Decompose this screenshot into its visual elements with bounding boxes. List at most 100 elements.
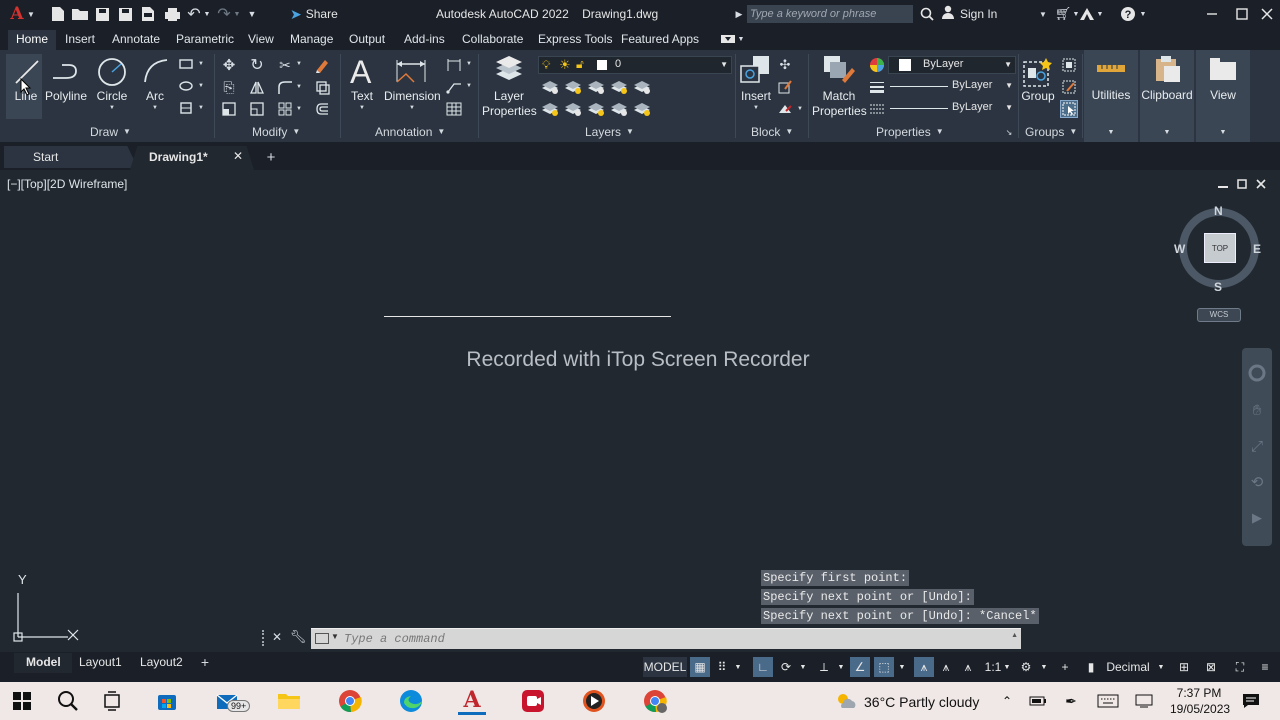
object-snap-tracking-icon[interactable]: ∠	[850, 657, 870, 677]
edge-icon[interactable]	[397, 687, 425, 715]
snap-mode-icon[interactable]: ⠿	[713, 657, 731, 677]
showmotion-icon[interactable]: ▶	[1247, 508, 1267, 528]
isodraft-dropdown-icon[interactable]: ▼	[836, 657, 846, 677]
sign-in-button[interactable]: Sign In	[941, 5, 997, 23]
polar-dropdown-icon[interactable]: ▼	[798, 657, 808, 677]
offset-icon[interactable]	[312, 100, 332, 118]
edit-block-icon[interactable]	[776, 78, 794, 96]
dimension-tool-button[interactable]: Dimension ▼	[384, 54, 441, 119]
units-icon[interactable]: ▮	[1082, 657, 1100, 677]
polar-tracking-icon[interactable]: ⟳	[776, 657, 796, 677]
command-line-grip[interactable]	[262, 630, 267, 646]
itop-recorder-icon[interactable]	[519, 687, 547, 715]
sign-in-dropdown-icon[interactable]: ▼	[1038, 6, 1048, 22]
battery-icon[interactable]	[1028, 692, 1048, 710]
compass-east[interactable]: E	[1253, 242, 1261, 256]
arc-dropdown-icon[interactable]: ▼	[149, 103, 161, 113]
annotation-panel-title[interactable]: Annotation ▼	[375, 125, 445, 139]
keyboard-icon[interactable]	[1096, 692, 1120, 710]
command-close-icon[interactable]: ✕	[270, 629, 284, 645]
properties-panel-title[interactable]: Properties ▼	[876, 125, 944, 139]
web-mobile-icon[interactable]	[139, 5, 157, 23]
pen-icon[interactable]: ✒	[1062, 692, 1080, 710]
ribbon-minimize-icon[interactable]	[720, 32, 736, 46]
annotation-visibility-icon[interactable]: ⩚	[914, 657, 934, 677]
groups-panel-title[interactable]: Groups ▼	[1025, 125, 1077, 139]
group-selection-icon[interactable]	[1060, 100, 1078, 118]
trim-dropdown-icon[interactable]: ▼	[295, 58, 303, 70]
autodesk-app-icon[interactable]	[1078, 5, 1096, 23]
object-snap-icon[interactable]: ⬚	[874, 657, 894, 677]
annotation-monitor-icon[interactable]: +	[1055, 657, 1075, 677]
clean-screen-icon[interactable]: ⛶	[1229, 657, 1251, 677]
close-tab-icon[interactable]: ✕	[233, 149, 243, 163]
clipboard-button[interactable]: Clipboard ▼	[1140, 50, 1194, 142]
annotation-scale-icon[interactable]: ⩚	[958, 657, 978, 677]
layer-isolate-icon[interactable]	[563, 78, 583, 96]
command-history-toggle-icon[interactable]: ▲	[1011, 632, 1018, 639]
layer-properties-button[interactable]: Layer Properties	[482, 54, 537, 119]
lock-ui-icon[interactable]: ⊠	[1200, 657, 1222, 677]
circle-dropdown-icon[interactable]: ▼	[106, 103, 118, 113]
block-attributes-dropdown-icon[interactable]: ▼	[796, 103, 804, 115]
layer-previous-icon[interactable]	[563, 100, 583, 118]
maximize-icon[interactable]	[1228, 4, 1256, 24]
modify-panel-title[interactable]: Modify ▼	[252, 125, 300, 139]
fillet-dropdown-icon[interactable]: ▼	[295, 81, 303, 93]
leader-dropdown-icon[interactable]: ▼	[465, 80, 473, 92]
viewcube-top-face[interactable]: TOP	[1204, 233, 1236, 263]
weather-icon[interactable]	[832, 687, 860, 715]
search-icon[interactable]	[918, 5, 936, 23]
display-icon[interactable]	[1134, 692, 1154, 710]
tab-output[interactable]: Output	[341, 30, 393, 50]
share-button[interactable]: ➤ Share	[290, 6, 338, 22]
annotation-scale-value[interactable]: 1:1	[982, 657, 1004, 677]
undo-dropdown-icon[interactable]: ▼	[202, 5, 212, 23]
print-icon[interactable]	[162, 5, 182, 23]
media-player-icon[interactable]	[580, 687, 608, 715]
model-space-button[interactable]: MODEL	[643, 657, 687, 677]
drawing1-tab[interactable]: Drawing1* ✕	[130, 146, 254, 170]
tab-express-tools[interactable]: Express Tools	[530, 30, 620, 50]
lineweight-icon[interactable]	[868, 78, 886, 96]
pan-icon[interactable]: ✋︎	[1247, 400, 1267, 420]
app-dropdown-icon[interactable]: ▼	[1096, 6, 1104, 22]
utilities-button[interactable]: Utilities ▼	[1084, 50, 1138, 142]
viewport-minimize-icon[interactable]	[1216, 178, 1230, 190]
linetype-dropdown[interactable]: ByLayer ▼	[888, 100, 1016, 118]
insert-dropdown-icon[interactable]: ▼	[750, 103, 762, 113]
new-layout-icon[interactable]: +	[198, 654, 212, 670]
scale-icon[interactable]	[248, 100, 266, 118]
ribbon-options-dropdown-icon[interactable]: ▼	[736, 33, 746, 45]
autocad-taskbar-icon[interactable]: A	[458, 687, 486, 715]
copy-icon[interactable]: ⎘	[220, 78, 238, 96]
new-tab-icon[interactable]: +	[262, 148, 280, 166]
customize-toolbar-icon[interactable]: ▼	[246, 5, 258, 23]
taskbar-search-icon[interactable]	[54, 687, 82, 715]
layer-unlock-icon[interactable]	[609, 100, 629, 118]
linear-dim-dropdown-icon[interactable]: ▼	[465, 58, 473, 70]
ungroup-icon[interactable]	[1060, 56, 1078, 74]
view-button[interactable]: View ▼	[1196, 50, 1250, 142]
save-icon[interactable]	[93, 5, 111, 23]
chrome-profile-icon[interactable]	[641, 687, 669, 715]
redo-dropdown-icon[interactable]: ▼	[232, 5, 242, 23]
draw-panel-title[interactable]: Draw ▼	[90, 125, 131, 139]
text-dropdown-icon[interactable]: ▼	[356, 103, 368, 113]
rectangle-dropdown-icon[interactable]: ▼	[197, 58, 205, 70]
layer-off-icon[interactable]	[540, 78, 560, 96]
cart-icon[interactable]: 🛒︎	[1054, 5, 1072, 23]
object-snap-dropdown-icon[interactable]: ▼	[897, 657, 907, 677]
circle-tool-button[interactable]: Circle ▼	[92, 54, 132, 119]
tab-view[interactable]: View	[240, 30, 282, 50]
text-tool-button[interactable]: A Text ▼	[344, 54, 380, 119]
viewport-controls[interactable]: [−][Top][2D Wireframe]	[7, 177, 127, 191]
units-dropdown-icon[interactable]: ▼	[1156, 657, 1166, 677]
grid-toggle-icon[interactable]: ▦	[690, 657, 710, 677]
layout2-tab[interactable]: Layout2	[140, 655, 183, 669]
open-folder-icon[interactable]	[70, 5, 90, 23]
unisolate-icon[interactable]	[586, 100, 606, 118]
erase-icon[interactable]	[312, 56, 332, 74]
create-block-icon[interactable]: ✣	[776, 56, 794, 74]
properties-launcher-icon[interactable]: ↘	[1004, 126, 1014, 138]
